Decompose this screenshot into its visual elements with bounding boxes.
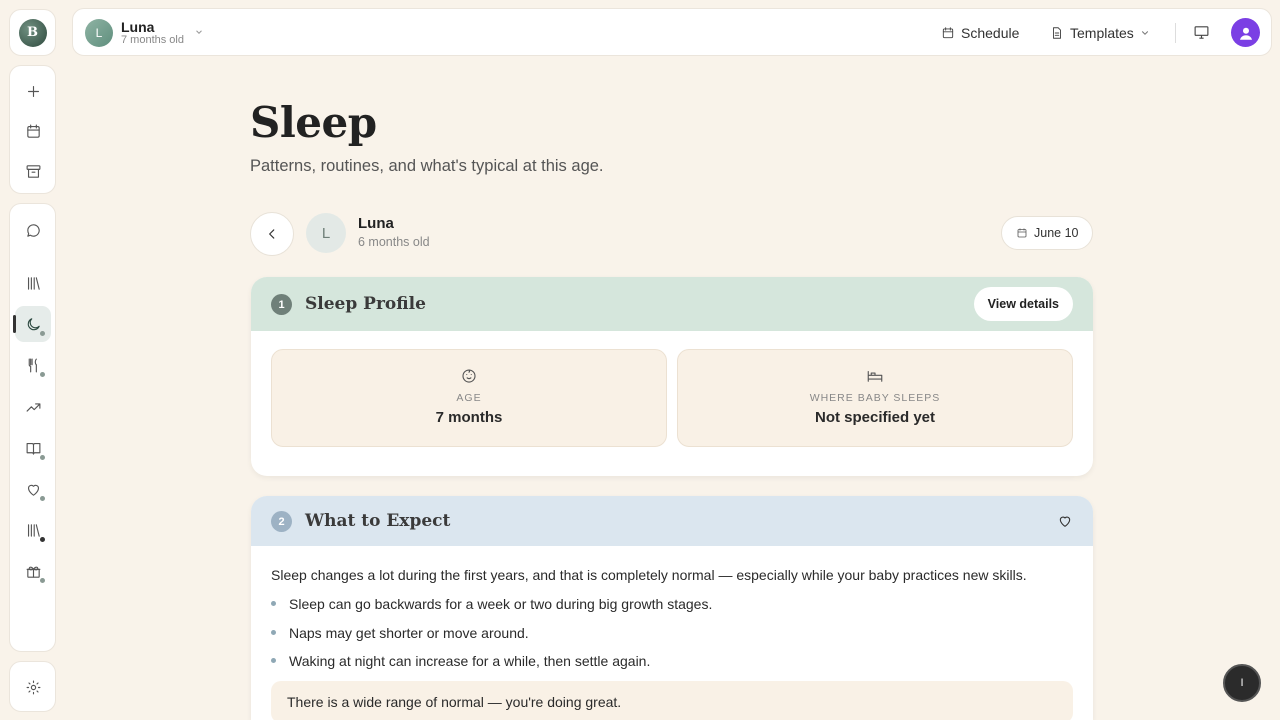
child-avatar: L	[306, 213, 346, 253]
profile-age: 7 months old	[121, 34, 184, 46]
profile-name[interactable]: Luna	[121, 19, 154, 35]
archive-icon[interactable]	[10, 153, 57, 189]
templates-label: Templates	[1070, 25, 1134, 41]
templates-button[interactable]: Templates	[1050, 23, 1150, 43]
calendar-icon	[1017, 228, 1027, 238]
rail-settings	[9, 661, 56, 712]
step-number-badge: 2	[271, 511, 292, 532]
back-button[interactable]	[250, 212, 294, 256]
step-number-badge: 1	[271, 294, 292, 315]
add-icon[interactable]	[10, 73, 57, 109]
gift-icon[interactable]	[10, 553, 57, 589]
calendar-icon[interactable]	[10, 113, 57, 149]
baby-face-icon	[460, 367, 478, 385]
view-details-button[interactable]: View details	[973, 287, 1073, 321]
chat-icon[interactable]	[10, 212, 57, 248]
app-logo-box[interactable]: B	[9, 9, 56, 56]
schedule-label: Schedule	[961, 25, 1020, 41]
where-baby-sleeps-stat-card: WHERE BABY SLEEPS Not specified yet	[677, 349, 1073, 447]
trend-icon[interactable]	[10, 389, 57, 425]
child-name: Luna	[358, 215, 394, 232]
app-logo[interactable]: B	[18, 18, 47, 47]
what-to-expect-header: 2 What to Expect	[251, 496, 1093, 546]
date-label: June 10	[1034, 226, 1079, 240]
rail-actions	[9, 65, 56, 194]
utensils-icon[interactable]	[10, 347, 57, 383]
age-stat-value: 7 months	[435, 409, 503, 426]
divider	[1175, 23, 1176, 43]
chevron-down-icon	[1141, 31, 1148, 35]
library-icon[interactable]	[10, 265, 57, 301]
what-to-expect-title: What to Expect	[305, 511, 451, 531]
what-to-expect-card: 2 What to Expect Sleep changes a lot dur…	[251, 496, 1093, 720]
top-bar: L Luna 7 months old Schedule Templates	[72, 8, 1272, 56]
bed-icon	[866, 367, 884, 385]
sidebar-item-sleep[interactable]	[10, 306, 57, 342]
calendar-icon	[942, 27, 954, 39]
profile-avatar[interactable]: L	[85, 19, 113, 47]
age-stat-label: AGE	[456, 392, 482, 404]
what-to-expect-list: Sleep can go backwards for a week or two…	[271, 596, 712, 682]
age-stat-card: AGE 7 months	[271, 349, 667, 447]
page-subtitle: Patterns, routines, and what's typical a…	[250, 157, 604, 175]
monitor-icon[interactable]	[1193, 24, 1210, 46]
page-title: Sleep	[250, 98, 377, 147]
sleep-profile-header: 1 Sleep Profile View details	[251, 277, 1093, 331]
list-item: Naps may get shorter or move around.	[271, 625, 712, 654]
user-icon	[1239, 27, 1252, 40]
list-item: Sleep can go backwards for a week or two…	[271, 596, 712, 625]
where-baby-sleeps-label: WHERE BABY SLEEPS	[809, 392, 941, 404]
sleep-profile-title: Sleep Profile	[305, 294, 426, 314]
document-icon	[1053, 27, 1061, 39]
shelf-icon[interactable]	[10, 512, 57, 548]
reassurance-note: There is a wide range of normal — you're…	[271, 681, 1073, 720]
heart-icon[interactable]	[10, 471, 57, 507]
moon-icon	[27, 317, 40, 330]
chevron-down-icon[interactable]	[194, 27, 204, 37]
date-picker-button[interactable]: June 10	[1001, 216, 1094, 250]
book-icon[interactable]	[10, 430, 57, 466]
user-avatar[interactable]	[1231, 18, 1260, 47]
settings-icon[interactable]	[10, 669, 57, 705]
child-age: 6 months old	[358, 235, 430, 249]
rail-nav	[9, 203, 56, 652]
what-to-expect-intro: Sleep changes a lot during the first yea…	[271, 567, 1027, 583]
sleep-profile-card: 1 Sleep Profile View details AGE 7 month…	[251, 277, 1093, 476]
schedule-button[interactable]: Schedule	[941, 23, 1019, 43]
list-item: Waking at night can increase for a while…	[271, 653, 712, 682]
chevron-left-icon	[269, 229, 275, 239]
floating-action-button[interactable]: I	[1223, 664, 1261, 702]
favorite-heart-icon[interactable]	[1057, 513, 1073, 534]
where-baby-sleeps-value: Not specified yet	[814, 409, 936, 426]
